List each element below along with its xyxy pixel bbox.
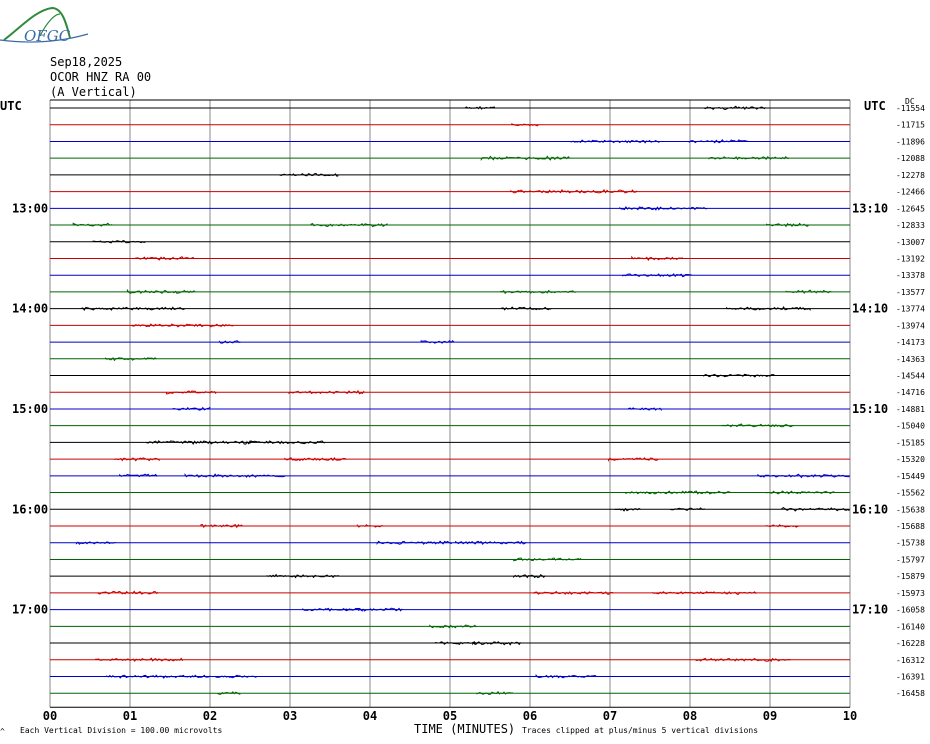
right-time-label: 16:10 [852, 502, 888, 516]
trace-burst [376, 540, 453, 545]
trace-burst [501, 306, 552, 311]
dc-offset-label: -15320 [896, 455, 925, 464]
dc-offset-label: -15562 [896, 489, 925, 498]
trace-burst [217, 691, 241, 695]
grid-lines [49, 99, 851, 708]
dc-offset-label: -15879 [896, 572, 925, 581]
x-tick-label: 08 [683, 709, 697, 723]
trace-burst [80, 306, 186, 312]
dc-offset-label: -14363 [896, 355, 925, 364]
x-tick-label: 07 [603, 709, 617, 723]
dc-offset-label: -15688 [896, 522, 925, 531]
trace-burst [708, 156, 789, 161]
dc-offset-label: -14716 [896, 388, 925, 397]
dc-offset-label: -16058 [896, 606, 925, 615]
trace-burst [310, 223, 388, 228]
x-tick-label: 00 [43, 709, 57, 723]
dc-offset-label: -15738 [896, 539, 925, 548]
trace-burst [513, 557, 582, 562]
dc-offset-label: -12645 [896, 204, 925, 213]
dc-offset-labels: -11554 -11715 -11896 -12088 -12278 -12466 -126… [896, 104, 925, 698]
footer-mark: ^ [0, 727, 5, 736]
dc-offset-label: -16391 [896, 672, 925, 681]
dc-offset-label: -14173 [896, 338, 925, 347]
dc-offset-label: -11554 [896, 104, 925, 113]
dc-offset-label: -15040 [896, 422, 925, 431]
x-axis-title: TIME (MINUTES) [414, 722, 515, 736]
trace-burst [622, 273, 692, 278]
trace-burst [765, 524, 800, 528]
dc-offset-label: -15185 [896, 438, 925, 447]
dc-offset-label: -11715 [896, 121, 925, 130]
dc-offset-label: -16140 [896, 622, 925, 631]
trace-burst [569, 139, 661, 144]
x-tick-labels: 00 01 02 03 04 05 06 07 08 09 10 [43, 709, 857, 723]
x-tick-label: 02 [203, 709, 217, 723]
x-tick-label: 10 [843, 709, 857, 723]
dc-offset-label: -15797 [896, 555, 925, 564]
chart-component: (A Vertical) [50, 85, 137, 99]
dc-offset-label: -13007 [896, 238, 925, 247]
dc-offset-label: -14544 [896, 372, 925, 381]
right-time-label: 14:10 [852, 302, 888, 316]
left-time-label: 13:00 [12, 201, 48, 215]
dc-offset-label: -15638 [896, 505, 925, 514]
left-time-label: 14:00 [12, 302, 48, 316]
left-time-label: 15:00 [12, 402, 48, 416]
x-tick-label: 03 [283, 709, 297, 723]
dc-offset-label: -12466 [896, 188, 925, 197]
chart-station: OCOR HNZ RA 00 [50, 70, 151, 84]
dc-offset-label: -16228 [896, 639, 925, 648]
trace-burst [625, 490, 732, 495]
ofgc-logo: OFGC [0, 6, 89, 45]
x-tick-label: 05 [443, 709, 457, 723]
dc-offset-label: -15973 [896, 589, 925, 598]
dc-offset-label: -12833 [896, 221, 925, 230]
left-time-labels: 13:00 14:00 15:00 16:00 17:00 [12, 201, 48, 616]
right-utc-label: UTC [864, 99, 886, 113]
left-time-label: 17:00 [12, 603, 48, 617]
logo-text: OFGC [24, 27, 71, 45]
dc-offset-label: -16312 [896, 656, 925, 665]
trace-burst [455, 540, 527, 546]
right-time-label: 13:10 [852, 201, 888, 215]
helicorder-chart: OFGC Sep18,2025 OCOR HNZ RA 00 (A Vertic… [0, 6, 925, 736]
trace-burst [288, 389, 365, 395]
x-tick-label: 04 [363, 709, 377, 723]
left-utc-label: UTC [0, 99, 22, 113]
x-tick-label: 01 [123, 709, 137, 723]
left-time-label: 16:00 [12, 502, 48, 516]
dc-offset-label: -13774 [896, 305, 925, 314]
trace-burst [652, 591, 757, 595]
x-tick-label: 06 [523, 709, 537, 723]
right-time-labels: 13:10 14:10 15:10 16:10 17:10 [852, 201, 888, 616]
dc-offset-label: -13974 [896, 321, 925, 330]
dc-offset-label: -13378 [896, 271, 925, 280]
dc-offset-label: -11896 [896, 137, 925, 146]
x-tick-label: 09 [763, 709, 777, 723]
clip-note: Traces clipped at plus/minus 5 vertical … [522, 726, 758, 735]
dc-offset-label: -12088 [896, 154, 925, 163]
dc-offset-label: -15449 [896, 472, 925, 481]
trace-burst [166, 390, 217, 395]
dc-offset-label: -13192 [896, 254, 925, 263]
scale-note: Each Vertical Division = 100.00 microvol… [20, 726, 222, 735]
chart-date: Sep18,2025 [50, 55, 122, 69]
right-time-label: 17:10 [852, 603, 888, 617]
trace-burst [511, 123, 540, 127]
trace-burst [114, 457, 161, 462]
dc-offset-label: -16458 [896, 689, 925, 698]
dc-offset-label: -12278 [896, 171, 925, 180]
dc-offset-label: -14881 [896, 405, 925, 414]
trace-burst [726, 306, 811, 311]
trace-burst [95, 657, 184, 663]
trace-burst [92, 240, 146, 244]
right-time-label: 15:10 [852, 402, 888, 416]
dc-offset-label: -13577 [896, 288, 925, 297]
